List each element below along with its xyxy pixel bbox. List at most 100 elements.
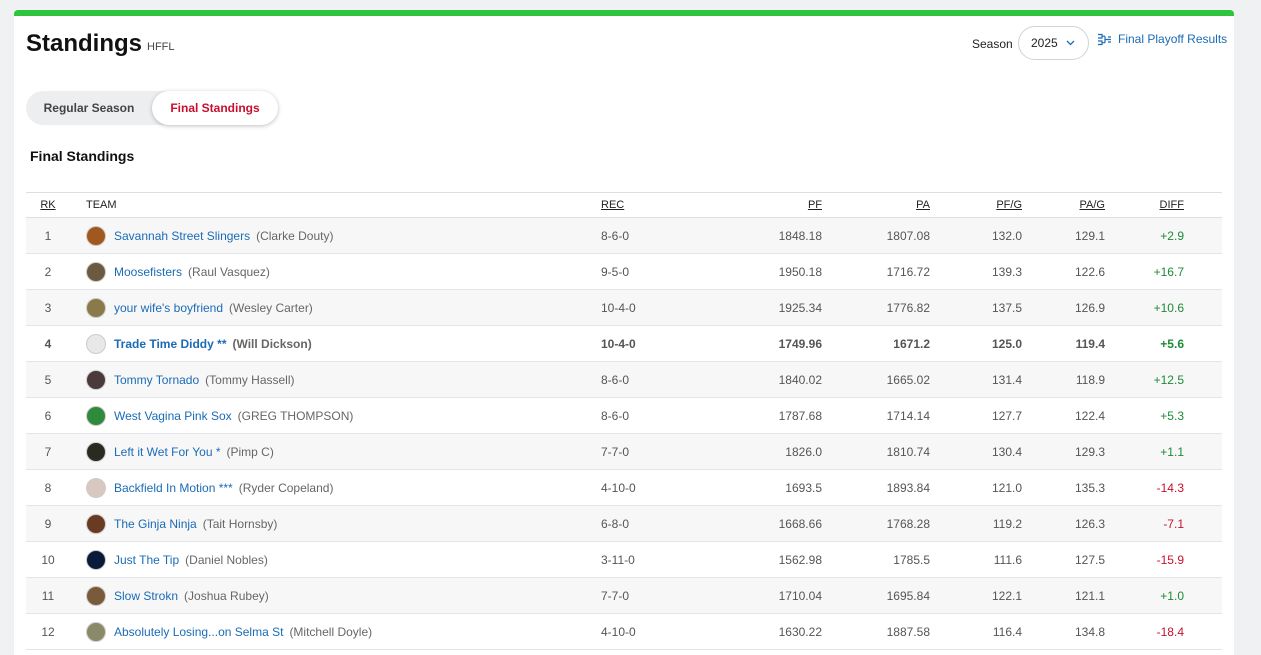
rank-cell: 8 <box>26 469 70 506</box>
team-name-link[interactable]: Moosefisters <box>114 265 182 279</box>
pfg-cell: 125.0 <box>947 325 1042 362</box>
team-avatar[interactable] <box>86 261 106 282</box>
diff-cell: +1.0 <box>1137 577 1222 614</box>
record-cell: 8-6-0 <box>590 361 655 398</box>
tab-regular-season[interactable]: Regular Season <box>30 91 148 125</box>
pag-cell: 118.9 <box>1042 361 1137 398</box>
pag-cell: 122.4 <box>1042 397 1137 434</box>
pa-cell: 1785.5 <box>832 541 947 578</box>
team-avatar[interactable] <box>86 441 106 462</box>
team-cell: Slow Strokn (Joshua Rubey) <box>70 577 590 614</box>
bracket-icon <box>1098 33 1111 45</box>
owner-name: (Mitchell Doyle) <box>289 624 373 639</box>
record-cell: 10-4-0 <box>590 289 655 326</box>
pa-cell: 1893.84 <box>832 469 947 506</box>
table-row: 11 Slow Strokn (Joshua Rubey) 7-7-0 1710.04 1… <box>26 577 1222 614</box>
pf-cell: 1840.02 <box>655 361 832 398</box>
pa-cell: 1807.08 <box>832 217 947 254</box>
season-select[interactable]: 2025 <box>1018 26 1089 60</box>
team-name-link[interactable]: your wife's boyfriend <box>114 301 223 315</box>
rank-cell: 3 <box>26 289 70 326</box>
pf-cell: 1826.0 <box>655 433 832 470</box>
record-cell: 7-7-0 <box>590 577 655 614</box>
pf-cell: 1787.68 <box>655 397 832 434</box>
record-cell: 9-5-0 <box>590 253 655 290</box>
team-name-link[interactable]: West Vagina Pink Sox <box>114 409 232 423</box>
team-name-link[interactable]: The Ginja Ninja <box>114 517 197 531</box>
pag-cell: 135.3 <box>1042 469 1137 506</box>
pag-cell: 122.6 <box>1042 253 1137 290</box>
col-pa-header[interactable]: PA <box>832 192 947 218</box>
team-avatar[interactable] <box>86 621 106 642</box>
pa-cell: 1714.14 <box>832 397 947 434</box>
pfg-cell: 131.4 <box>947 361 1042 398</box>
team-avatar[interactable] <box>86 297 106 318</box>
league-name: HFFL <box>147 41 175 53</box>
table-row: 9 The Ginja Ninja (Tait Hornsby) 6-8-0 1668.… <box>26 505 1222 542</box>
team-cell: The Ginja Ninja (Tait Hornsby) <box>70 505 590 542</box>
rank-cell: 9 <box>26 505 70 542</box>
team-avatar[interactable] <box>86 369 106 390</box>
pfg-cell: 116.4 <box>947 613 1042 650</box>
pf-cell: 1749.96 <box>655 325 832 362</box>
team-avatar[interactable] <box>86 333 106 354</box>
tab-final-standings[interactable]: Final Standings <box>152 91 278 125</box>
rank-cell: 7 <box>26 433 70 470</box>
team-name-link[interactable]: Savannah Street Slingers <box>114 229 250 243</box>
pag-cell: 126.9 <box>1042 289 1137 326</box>
pfg-cell: 137.5 <box>947 289 1042 326</box>
rank-cell: 12 <box>26 613 70 650</box>
col-rk-header[interactable]: RK <box>26 192 70 218</box>
diff-cell: +10.6 <box>1137 289 1222 326</box>
team-name-link[interactable]: Trade Time Diddy ** <box>114 337 226 351</box>
col-rec-header[interactable]: REC <box>590 192 655 218</box>
pag-cell: 129.3 <box>1042 433 1137 470</box>
team-cell: Tommy Tornado (Tommy Hassell) <box>70 361 590 398</box>
team-avatar[interactable] <box>86 405 106 426</box>
col-pag-header[interactable]: PA/G <box>1042 192 1137 218</box>
col-pf-header[interactable]: PF <box>655 192 832 218</box>
team-avatar[interactable] <box>86 549 106 570</box>
pfg-cell: 111.6 <box>947 541 1042 578</box>
team-cell: Absolutely Losing...on Selma St (Mitchell… <box>70 613 590 650</box>
pag-cell: 119.4 <box>1042 325 1137 362</box>
pfg-cell: 122.1 <box>947 577 1042 614</box>
team-cell: Savannah Street Slingers (Clarke Douty) <box>70 217 590 254</box>
col-diff-header[interactable]: DIFF <box>1137 192 1222 218</box>
table-header-row: RK TEAM REC PF PA PF/G PA/G DIFF <box>26 192 1222 218</box>
season-value: 2025 <box>1031 36 1058 50</box>
pag-cell: 134.8 <box>1042 613 1137 650</box>
diff-cell: -7.1 <box>1137 505 1222 542</box>
pf-cell: 1848.18 <box>655 217 832 254</box>
team-name-link[interactable]: Absolutely Losing...on Selma St <box>114 625 283 639</box>
col-pfg-header[interactable]: PF/G <box>947 192 1042 218</box>
owner-name: (Will Dickson) <box>232 336 312 351</box>
team-name-link[interactable]: Slow Strokn <box>114 589 178 603</box>
diff-cell: -15.9 <box>1137 541 1222 578</box>
table-row: 7 Left it Wet For You * (Pimp C) 7-7-0 1826.… <box>26 433 1222 470</box>
diff-cell: +2.9 <box>1137 217 1222 254</box>
table-row: 2 Moosefisters (Raul Vasquez) 9-5-0 1950.18 1… <box>26 253 1222 290</box>
pa-cell: 1887.58 <box>832 613 947 650</box>
table-row: 5 Tommy Tornado (Tommy Hassell) 8-6-0 1840.0… <box>26 361 1222 398</box>
rank-cell: 11 <box>26 577 70 614</box>
diff-cell: +1.1 <box>1137 433 1222 470</box>
team-cell: Moosefisters (Raul Vasquez) <box>70 253 590 290</box>
final-playoff-results-link[interactable]: Final Playoff Results <box>1097 32 1227 46</box>
pf-cell: 1693.5 <box>655 469 832 506</box>
team-avatar[interactable] <box>86 225 106 246</box>
table-row: 12 Absolutely Losing...on Selma St (Mitche… <box>26 613 1222 650</box>
pa-cell: 1768.28 <box>832 505 947 542</box>
rank-cell: 6 <box>26 397 70 434</box>
team-avatar[interactable] <box>86 585 106 606</box>
pa-cell: 1671.2 <box>832 325 947 362</box>
team-avatar[interactable] <box>86 513 106 534</box>
team-name-link[interactable]: Tommy Tornado <box>114 373 199 387</box>
chevron-down-icon <box>1066 40 1075 46</box>
team-name-link[interactable]: Backfield In Motion *** <box>114 481 233 495</box>
team-name-link[interactable]: Left it Wet For You * <box>114 445 221 459</box>
diff-cell: +16.7 <box>1137 253 1222 290</box>
team-name-link[interactable]: Just The Tip <box>114 553 179 567</box>
pfg-cell: 119.2 <box>947 505 1042 542</box>
team-avatar[interactable] <box>86 477 106 498</box>
